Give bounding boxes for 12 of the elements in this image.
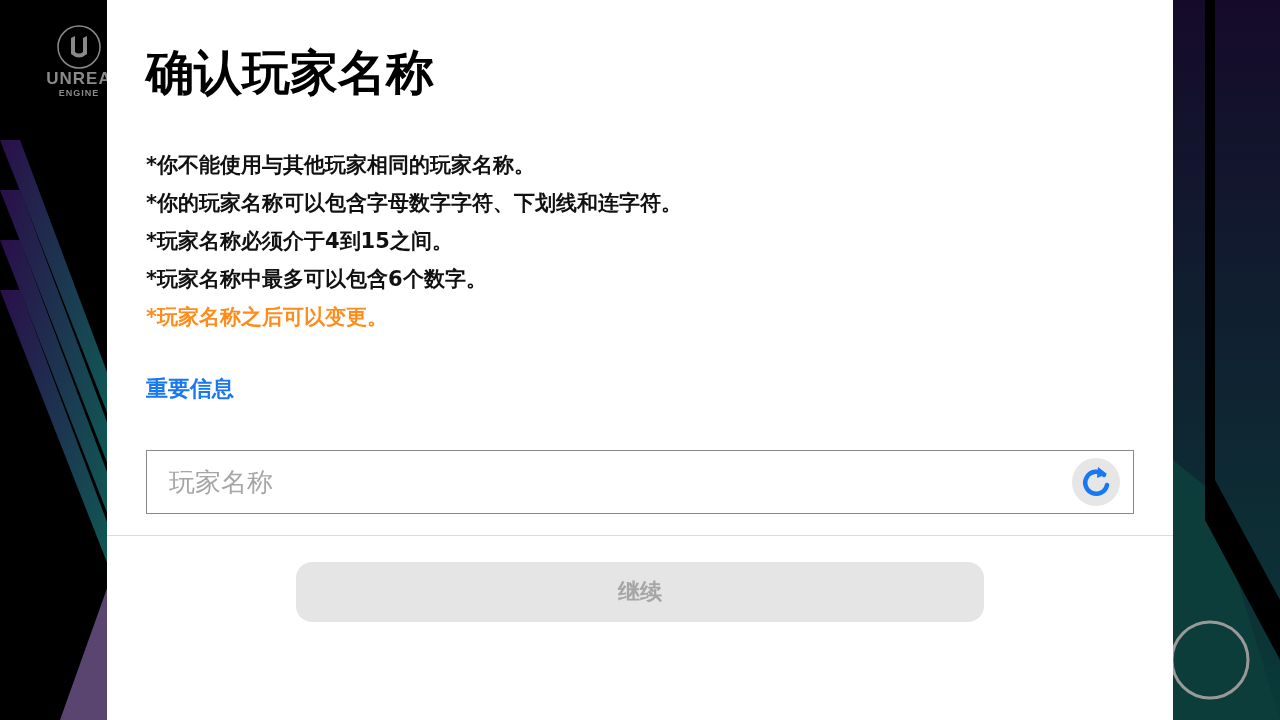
rule-text: *你不能使用与其他玩家相同的玩家名称。 <box>146 152 536 179</box>
rule-text: *玩家名称必须介于4到15之间。 <box>146 228 454 255</box>
rule-text: *玩家名称中最多可以包含6个数字。 <box>146 266 488 293</box>
dialog-title: 确认玩家名称 <box>146 43 435 102</box>
info-link[interactable]: 重要信息 <box>146 374 234 404</box>
logo-subtext: ENGINE <box>58 88 100 98</box>
logo-text: UNREA <box>46 70 112 88</box>
rule-text: *你的玩家名称可以包含字母数字字符、下划线和连字符。 <box>146 190 683 217</box>
rule-text: *玩家名称之后可以变更。 <box>146 304 389 331</box>
name-field[interactable]: 玩家名称 <box>146 450 1134 514</box>
logo-icon <box>56 24 102 70</box>
refresh-icon <box>1080 465 1112 499</box>
